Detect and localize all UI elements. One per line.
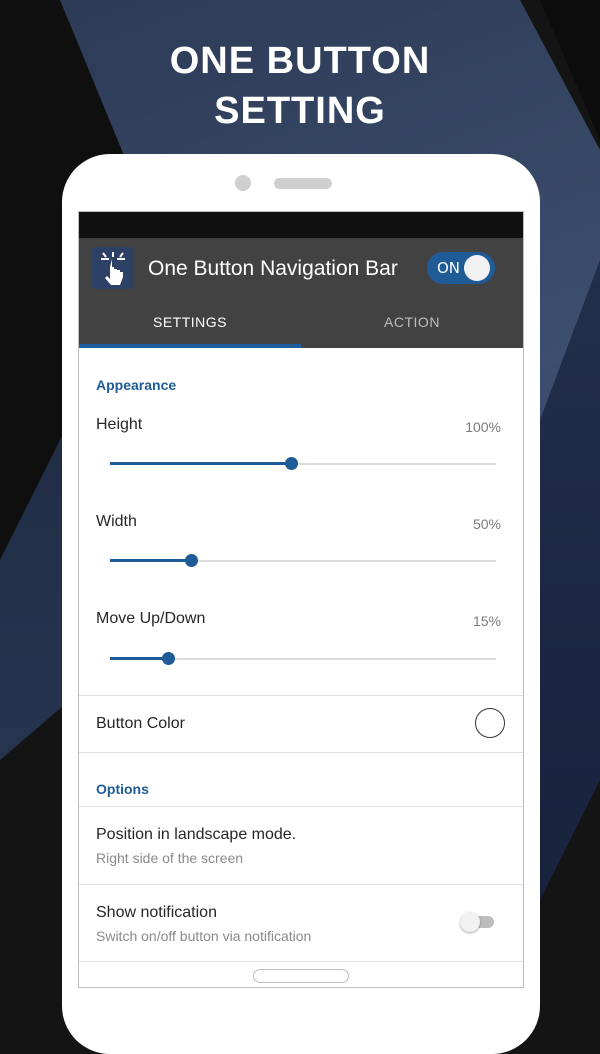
slider-fill xyxy=(110,462,291,465)
headline-line-1: ONE BUTTON xyxy=(169,40,431,82)
tap-hand-icon xyxy=(92,247,134,289)
height-value: 100% xyxy=(465,419,501,435)
button-color-swatch[interactable] xyxy=(475,708,505,738)
divider xyxy=(79,961,523,962)
notification-subtitle: Switch on/off button via notification xyxy=(96,928,312,944)
appearance-header: Appearance xyxy=(96,377,177,393)
phone-speaker xyxy=(274,178,332,189)
divider xyxy=(79,884,523,885)
master-toggle[interactable]: ON xyxy=(427,252,495,284)
height-label: Height xyxy=(96,416,143,433)
status-bar xyxy=(79,212,523,238)
slider-thumb[interactable] xyxy=(162,652,175,665)
width-slider[interactable] xyxy=(110,553,496,569)
divider xyxy=(79,806,523,807)
slider-thumb[interactable] xyxy=(285,457,298,470)
move-label: Move Up/Down xyxy=(96,610,206,627)
width-value: 50% xyxy=(472,516,501,532)
toggle-knob xyxy=(464,255,490,281)
slider-thumb[interactable] xyxy=(185,554,198,567)
tab-settings[interactable]: SETTINGS xyxy=(79,314,301,338)
app-title: One Button Navigation Bar xyxy=(148,257,398,280)
app-bar: One Button Navigation Bar ON SETTINGS AC… xyxy=(79,238,523,348)
landscape-subtitle: Right side of the screen xyxy=(96,850,244,866)
toggle-knob xyxy=(460,912,480,932)
divider xyxy=(79,752,523,753)
notification-title: Show notification xyxy=(96,904,217,921)
phone-camera xyxy=(235,175,251,191)
move-slider[interactable] xyxy=(110,651,496,667)
notification-toggle[interactable] xyxy=(460,912,494,932)
tab-indicator xyxy=(79,344,301,348)
tab-action[interactable]: ACTION xyxy=(301,314,523,338)
phone-screen: One Button Navigation Bar ON SETTINGS AC… xyxy=(79,212,523,987)
toggle-label: ON xyxy=(437,259,461,277)
home-indicator[interactable] xyxy=(253,969,349,983)
button-color-label[interactable]: Button Color xyxy=(96,715,185,733)
headline-line-2: SETTING xyxy=(214,90,386,132)
height-slider[interactable] xyxy=(110,456,496,472)
slider-fill xyxy=(110,657,168,660)
promo-headline: ONE BUTTON SETTING xyxy=(0,36,600,136)
width-label: Width xyxy=(96,513,137,530)
options-header: Options xyxy=(96,781,149,797)
landscape-title: Position in landscape mode. xyxy=(96,826,297,843)
move-value: 15% xyxy=(472,613,501,629)
divider xyxy=(79,695,523,696)
slider-fill xyxy=(110,559,191,562)
